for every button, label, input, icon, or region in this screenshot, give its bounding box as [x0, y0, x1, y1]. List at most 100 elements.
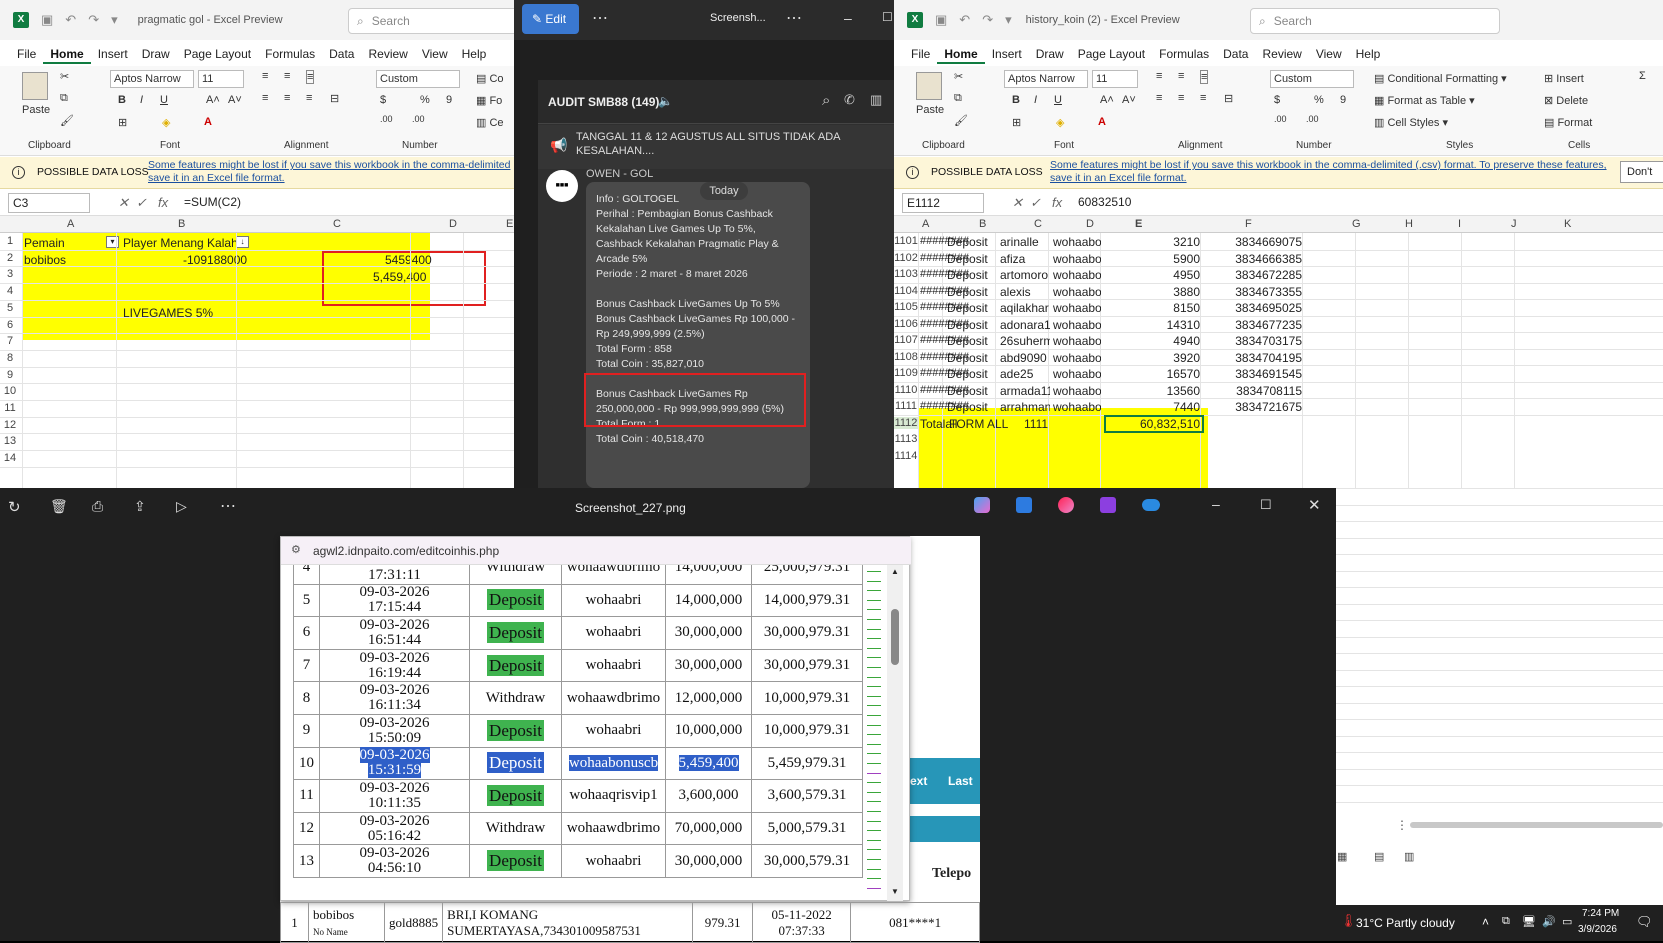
increase-decimal-icon[interactable]: .00 — [1274, 114, 1287, 124]
row-header[interactable]: 1106 — [894, 318, 918, 330]
sort-filter-icon[interactable]: ↓ — [236, 236, 249, 248]
percent-icon[interactable]: % — [1314, 94, 1324, 106]
formula-input[interactable]: =SUM(C2) — [184, 195, 241, 209]
undo-icon[interactable]: ↶ — [959, 12, 970, 28]
table-row[interactable]: 10 09-03-2026 15:31:59 Deposit wohaabonuscb 5… — [293, 746, 863, 781]
col-i[interactable]: I — [1458, 218, 1461, 230]
more-icon[interactable]: ⋯ — [592, 8, 608, 28]
cell-user[interactable]: 26suherm — [1000, 334, 1050, 348]
cell-user[interactable]: armada11 — [1000, 384, 1050, 398]
cell-user[interactable]: ade25 — [1000, 367, 1050, 381]
comma-icon[interactable]: 9 — [1340, 94, 1346, 106]
cell-desc[interactable]: wohaabor — [1053, 252, 1101, 266]
minimize-icon[interactable]: – — [1212, 496, 1220, 512]
cell-balance[interactable]: 3834704195 — [1204, 351, 1302, 365]
col-k[interactable]: K — [1564, 218, 1571, 230]
menu-file[interactable]: File — [10, 44, 43, 64]
user-label[interactable]: wohaawdbrimo — [567, 565, 660, 575]
row-header[interactable]: 14 — [0, 452, 20, 464]
battery-icon[interactable]: ▭ — [1562, 915, 1572, 928]
paste-button[interactable]: Paste — [22, 104, 50, 116]
cell-type[interactable]: Deposit — [947, 301, 988, 315]
cell-balance[interactable]: 3834708115 — [1204, 384, 1302, 398]
align-left-icon[interactable]: ≡ — [262, 92, 268, 104]
cell-amount[interactable]: 14310 — [1104, 318, 1200, 332]
col-j[interactable]: J — [1511, 218, 1517, 230]
scroll-down-icon[interactable]: ▼ — [891, 887, 899, 896]
cell-amount[interactable]: 5900 — [1104, 252, 1200, 266]
col-e[interactable]: E — [1135, 218, 1142, 230]
col-g[interactable]: G — [1352, 218, 1361, 230]
minimize-icon[interactable]: – — [844, 10, 852, 26]
cell-balance[interactable]: 3834672285 — [1204, 268, 1302, 282]
search-input[interactable]: ⌕ Search — [348, 8, 514, 34]
row-header[interactable]: 7 — [0, 335, 20, 347]
call-icon[interactable]: ✆ — [844, 92, 855, 108]
cell-type[interactable]: Deposit — [947, 351, 988, 365]
cell-type[interactable]: Deposit — [947, 384, 988, 398]
sum-icon[interactable]: Σ — [1639, 70, 1646, 82]
col-e[interactable]: E — [506, 218, 513, 230]
cell-amount[interactable]: 3880 — [1104, 285, 1200, 299]
cell-amount[interactable]: 3210 — [1104, 235, 1200, 249]
app-tray-icon[interactable]: ⧉ — [1502, 915, 1510, 928]
cell-a1[interactable]: Pemain — [24, 236, 65, 250]
clipchamp-icon[interactable] — [1100, 497, 1116, 513]
cell-amount[interactable]: 13560 — [1104, 384, 1200, 398]
popup-scrollbar[interactable]: ▲ ▼ — [887, 565, 903, 901]
tray-up-icon[interactable]: ˄ — [1482, 915, 1489, 929]
customize-icon[interactable]: ▾ — [1005, 12, 1012, 28]
cell-type[interactable]: Deposit — [947, 235, 988, 249]
align-middle-icon[interactable]: ≡ — [1178, 70, 1184, 82]
menu-file[interactable]: File — [904, 44, 937, 64]
format-table-icon[interactable]: ▦ Fo — [476, 94, 502, 107]
table-row[interactable]: 11 09-03-2026 10:11:35 Deposit wohaaqrisvip1… — [293, 779, 863, 813]
merge-icon[interactable]: ⊟ — [1224, 92, 1233, 105]
warn-link[interactable]: Some features might be lost if you save … — [148, 159, 510, 185]
cell-type[interactable]: Deposit — [947, 268, 988, 282]
delete-button[interactable]: ⊠ Delete — [1544, 94, 1588, 107]
increase-decimal-icon[interactable]: .00 — [380, 114, 393, 124]
member-user[interactable]: bobibos — [313, 907, 354, 922]
currency-icon[interactable]: $ — [1274, 94, 1280, 106]
row-header[interactable]: 5 — [0, 302, 20, 314]
format-painter-icon[interactable]: 🖌 — [954, 114, 968, 127]
search-input[interactable]: ⌕ Search — [1250, 8, 1500, 34]
align-right-icon[interactable]: ≡ — [1200, 92, 1206, 104]
user-label[interactable]: wohaaqrisvip1 — [569, 787, 657, 803]
fx-icon[interactable]: fx — [1052, 195, 1062, 210]
copy-icon[interactable]: ⧉ — [954, 92, 962, 105]
dont-show-button[interactable]: Don't — [1620, 161, 1663, 183]
copy-icon[interactable]: ⧉ — [60, 92, 68, 105]
currency-icon[interactable]: $ — [380, 94, 386, 106]
col-b[interactable]: B — [178, 218, 185, 230]
cell-amount[interactable]: 3920 — [1104, 351, 1200, 365]
name-box[interactable]: C3 — [8, 193, 90, 213]
cell-user[interactable]: arinalle — [1000, 235, 1050, 249]
clock-time[interactable]: 7:24 PM — [1582, 908, 1619, 919]
format-painter-icon[interactable]: 🖌 — [60, 114, 74, 127]
table-row[interactable]: 409-03-202617:31:11 Withdraw wohaawdbrimo 1… — [293, 565, 863, 585]
menu-review[interactable]: Review — [361, 44, 414, 64]
delete-icon[interactable]: 🗑 — [50, 498, 68, 515]
enter-icon[interactable]: ✓ — [136, 195, 147, 211]
decrease-decimal-icon[interactable]: .00 — [1306, 114, 1319, 124]
h-scrollbar[interactable] — [1410, 822, 1663, 828]
cell-form-all[interactable]: FORM ALL — [949, 417, 1008, 431]
notification-icon[interactable]: 🗨 — [1636, 914, 1653, 930]
fill-color-icon[interactable]: ◈ — [1056, 116, 1064, 129]
row-header[interactable]: 1103 — [894, 268, 918, 280]
save-icon[interactable]: ▣ — [935, 12, 947, 28]
cell-type[interactable]: Deposit — [947, 334, 988, 348]
cell-balance[interactable]: 3834669075 — [1204, 235, 1302, 249]
menu-formulas[interactable]: Formulas — [258, 44, 322, 64]
italic-button[interactable]: I — [1034, 94, 1037, 106]
row-header[interactable]: 1111 — [894, 400, 918, 412]
enter-icon[interactable]: ✓ — [1030, 195, 1041, 211]
col-c[interactable]: C — [333, 218, 341, 230]
menu-data[interactable]: Data — [1216, 44, 1255, 64]
menu-review[interactable]: Review — [1255, 44, 1308, 64]
menu-page-layout[interactable]: Page Layout — [1071, 44, 1152, 64]
mute-icon[interactable]: 🔈 — [658, 94, 673, 108]
align-center-icon[interactable]: ≡ — [284, 92, 290, 104]
